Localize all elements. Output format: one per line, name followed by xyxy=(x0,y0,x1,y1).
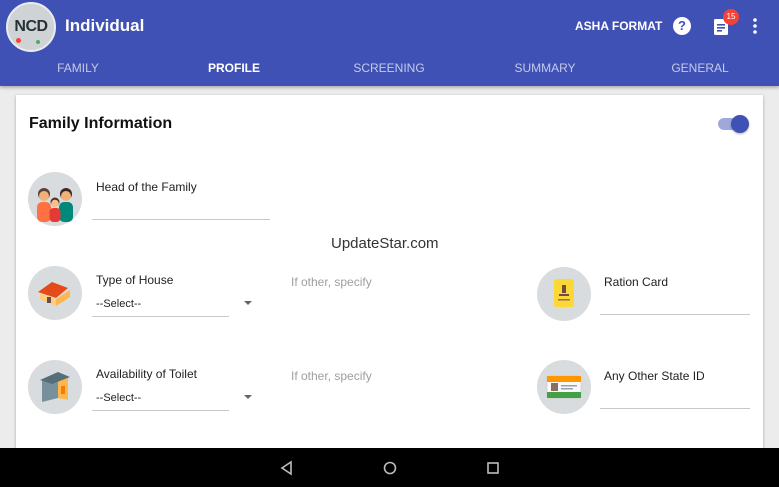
page-title: Individual xyxy=(65,16,145,35)
tab-family[interactable]: FAMILY xyxy=(18,61,138,75)
tab-summary[interactable]: SUMMARY xyxy=(485,61,605,75)
house-other-input[interactable]: If other, specify xyxy=(291,275,372,289)
ration-card-label: Ration Card xyxy=(604,275,669,289)
family-information-card: Family Information Head of the Family Up… xyxy=(16,95,763,450)
toilet-underline xyxy=(92,410,229,411)
type-of-house-select[interactable]: --Select-- xyxy=(96,298,141,310)
toilet-icon xyxy=(28,360,82,414)
ncd-logo[interactable]: NCD xyxy=(6,2,56,52)
app-bar: NCD Individual ASHA FORMAT ? 15 xyxy=(0,0,779,52)
help-icon[interactable]: ? xyxy=(673,17,691,35)
asha-format-button[interactable]: ASHA FORMAT xyxy=(575,19,662,33)
toilet-label: Availability of Toilet xyxy=(96,367,197,381)
family-icon xyxy=(28,172,82,226)
more-vert-icon[interactable] xyxy=(748,16,762,36)
notification-badge: 15 xyxy=(723,9,739,25)
type-of-house-underline xyxy=(92,316,229,317)
recents-icon[interactable] xyxy=(485,460,501,476)
ration-card-icon xyxy=(537,267,591,321)
chevron-down-icon[interactable] xyxy=(244,301,252,305)
watermark: UpdateStar.com xyxy=(331,235,439,252)
system-nav-bar xyxy=(0,448,779,487)
toilet-select[interactable]: --Select-- xyxy=(96,392,141,404)
home-icon[interactable] xyxy=(382,460,398,476)
ration-card-input[interactable] xyxy=(600,314,750,315)
chevron-down-icon[interactable] xyxy=(244,395,252,399)
type-of-house-label: Type of House xyxy=(96,273,174,287)
head-of-family-input[interactable] xyxy=(92,219,270,220)
state-id-input[interactable] xyxy=(600,408,750,409)
id-card-icon xyxy=(537,360,591,414)
toilet-other-input[interactable]: If other, specify xyxy=(291,369,372,383)
logo-dot-red xyxy=(16,38,21,43)
toggle-thumb xyxy=(731,115,749,133)
back-icon[interactable] xyxy=(279,460,295,476)
tab-screening[interactable]: SCREENING xyxy=(329,61,449,75)
tab-bar: FAMILY PROFILE SCREENING SUMMARY GENERAL xyxy=(0,52,779,86)
tab-general[interactable]: GENERAL xyxy=(640,61,760,75)
logo-dot-green xyxy=(36,40,40,44)
head-of-family-label: Head of the Family xyxy=(96,180,197,194)
state-id-label: Any Other State ID xyxy=(604,369,705,383)
section-title: Family Information xyxy=(29,115,173,132)
section-toggle[interactable] xyxy=(718,115,749,133)
tab-profile[interactable]: PROFILE xyxy=(174,61,294,75)
logo-text: NCD xyxy=(14,18,48,35)
house-icon xyxy=(28,266,82,320)
